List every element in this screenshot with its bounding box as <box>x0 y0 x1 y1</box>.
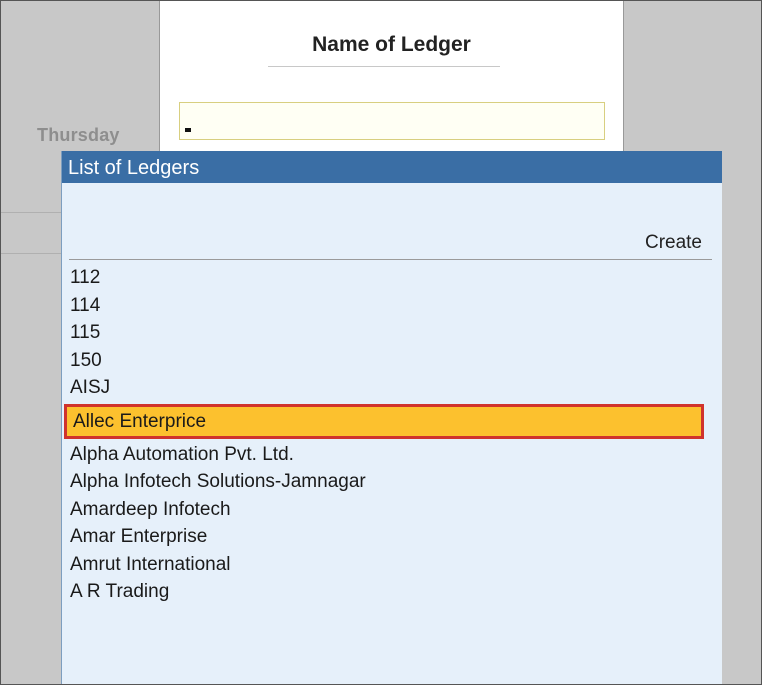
ledger-list-item[interactable]: AISJ <box>62 374 722 402</box>
ledger-list-item[interactable]: 150 <box>62 347 722 375</box>
ledger-list-item[interactable]: 115 <box>62 319 722 347</box>
text-cursor <box>185 128 191 132</box>
ledger-list-item[interactable]: Alpha Automation Pvt. Ltd. <box>62 441 722 469</box>
ledger-list-item[interactable]: Amardeep Infotech <box>62 496 722 524</box>
ledger-list-popup: List of Ledgers Create 112 114 115 150 AISJ A… <box>61 151 722 684</box>
date-label: Thursday <box>37 125 120 145</box>
ledger-list-item-selected[interactable]: Allec Enterprice <box>64 403 704 439</box>
create-ledger-option[interactable]: Create <box>645 232 702 254</box>
ledger-name-panel: Name of Ledger <box>159 1 624 151</box>
ledger-list: 112 114 115 150 AISJ Allec Enterprice Alpha Au… <box>62 264 722 606</box>
panel-title: Name of Ledger <box>312 33 471 56</box>
ledger-list-item[interactable]: 112 <box>62 264 722 292</box>
create-divider <box>69 259 712 260</box>
list-title: List of Ledgers <box>68 157 200 179</box>
ledger-list-item[interactable]: Alpha Infotech Solutions-Jamnagar <box>62 468 722 496</box>
ledger-list-item[interactable]: Amar Enterprise <box>62 523 722 551</box>
list-header: List of Ledgers <box>62 151 722 183</box>
ledger-name-input[interactable] <box>179 102 605 140</box>
ledger-list-item[interactable]: A R Trading <box>62 578 722 606</box>
screen-frame: Thursday Name of Ledger List of Ledgers … <box>0 0 762 685</box>
ledger-list-item[interactable]: Amrut International <box>62 551 722 579</box>
title-underline <box>268 66 500 67</box>
background-divider <box>1 253 61 254</box>
ledger-list-item[interactable]: 114 <box>62 292 722 320</box>
background-divider <box>1 212 61 213</box>
